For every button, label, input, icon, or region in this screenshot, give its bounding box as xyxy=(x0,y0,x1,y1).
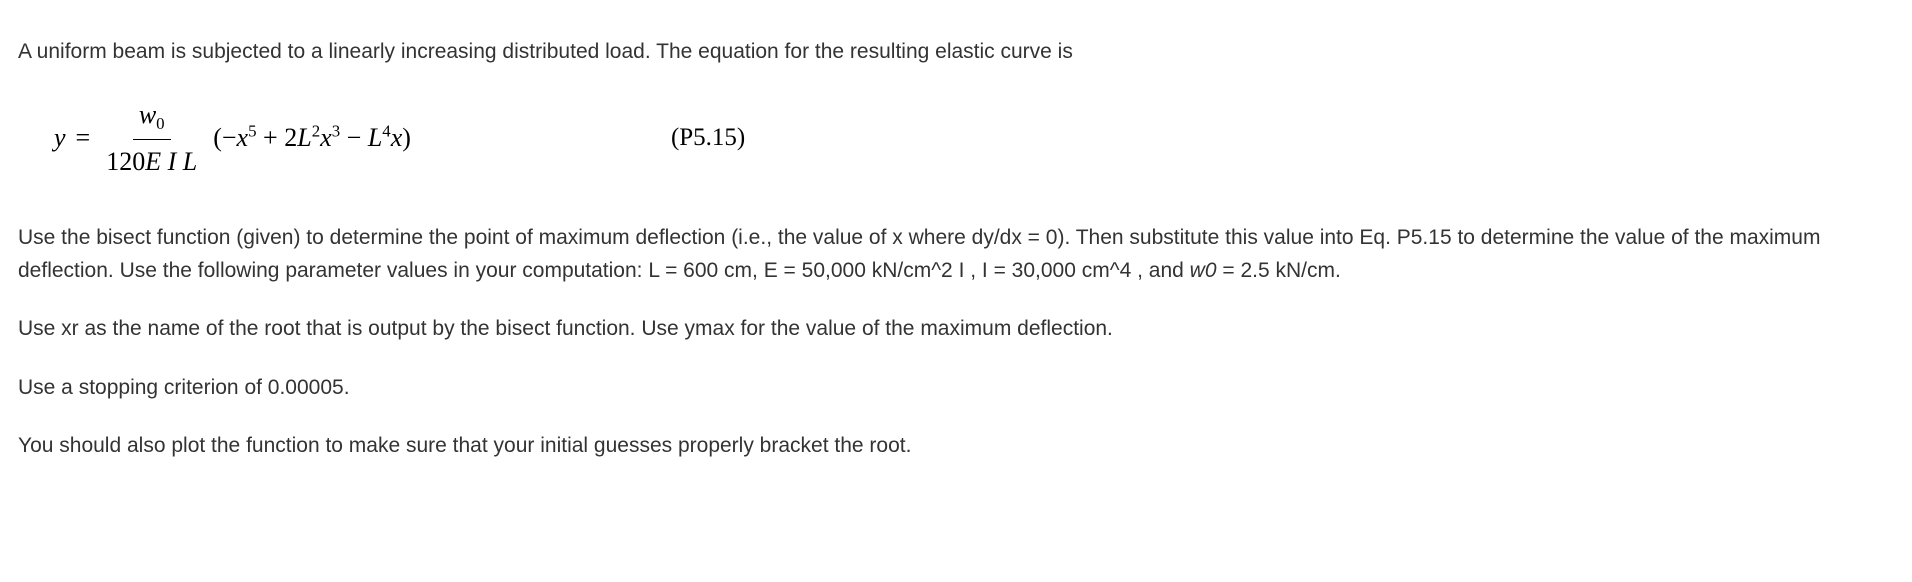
equation-num-w: w xyxy=(139,100,156,129)
equation-y: y xyxy=(54,118,66,158)
equation-num-sub: 0 xyxy=(156,114,164,133)
equation-polynomial: (−x5 + 2L2x3 − L4x) xyxy=(213,118,411,158)
equation-tag: (P5.15) xyxy=(671,119,745,158)
instructions-text-a: Use the bisect function (given) to deter… xyxy=(18,226,1820,282)
equation-p5-15: y = w0 120E I L (−x5 + 2L2x3 − L4x) (P5.… xyxy=(54,95,1894,183)
equation-fraction: w0 120E I L xyxy=(100,95,203,183)
instructions-text-b: = 2.5 kN/cm. xyxy=(1217,259,1341,282)
w0-variable: w0 xyxy=(1190,259,1217,282)
equation-equals: = xyxy=(76,118,91,158)
intro-paragraph: A uniform beam is subjected to a linearl… xyxy=(18,36,1894,69)
problem-statement: A uniform beam is subjected to a linearl… xyxy=(0,0,1912,529)
stopping-criterion-paragraph: Use a stopping criterion of 0.00005. xyxy=(18,372,1894,405)
equation-numerator: w0 xyxy=(133,95,171,140)
plot-instruction-paragraph: You should also plot the function to mak… xyxy=(18,430,1894,463)
equation-lhs: y = w0 120E I L (−x5 + 2L2x3 − L4x) xyxy=(54,95,411,183)
variable-naming-paragraph: Use xr as the name of the root that is o… xyxy=(18,313,1894,346)
instructions-paragraph: Use the bisect function (given) to deter… xyxy=(18,222,1894,287)
equation-denominator: 120E I L xyxy=(100,140,203,182)
